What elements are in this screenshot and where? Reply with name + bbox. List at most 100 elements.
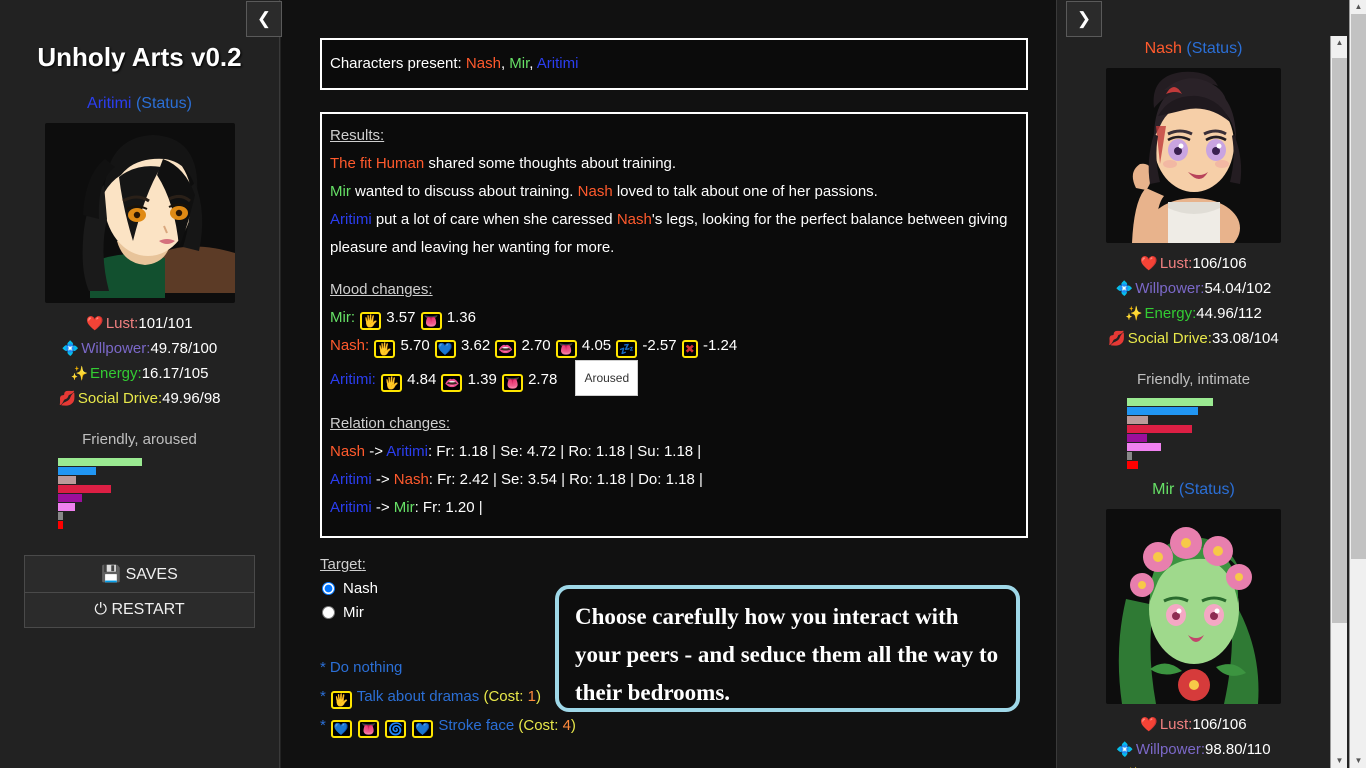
- action-link[interactable]: Do nothing: [330, 659, 403, 676]
- mood-value: 1.36: [442, 309, 476, 326]
- target-radio-nash[interactable]: [322, 582, 335, 595]
- left-sidebar: Unholy Arts v0.2 Aritimi (Status) ❤️ Lust…: [0, 0, 280, 768]
- mood-bar: [1127, 452, 1132, 460]
- saves-button[interactable]: 💾 SAVES: [24, 555, 255, 593]
- energy-icon: ✨: [1125, 305, 1143, 321]
- target-radio-mir[interactable]: [322, 606, 335, 619]
- restart-button[interactable]: ⏻ RESTART: [24, 593, 255, 628]
- mood-change-row: Aritimi: 🖐 4.84 👄 1.39 👅 2.78 Aroused: [330, 360, 1018, 396]
- stat-label: Lust:: [105, 315, 139, 332]
- willpower-icon: 💠: [61, 340, 80, 356]
- text-segment: The fit Human: [330, 155, 425, 172]
- left-character-portrait: [44, 123, 235, 303]
- target-label-mir[interactable]: Mir: [343, 604, 364, 621]
- scroll-down-icon[interactable]: ▼: [1332, 754, 1347, 768]
- lips-icon: 👄: [495, 340, 517, 358]
- tongue-icon: 👅: [420, 312, 442, 330]
- left-mood-bars: [58, 458, 218, 529]
- mood-bar: [58, 485, 111, 493]
- action-cost-end: ): [535, 688, 541, 705]
- hint-tooltip-text: Choose carefully how you interact with y…: [575, 604, 999, 705]
- swirl-icon: 🌀: [385, 720, 407, 738]
- action-link[interactable]: Stroke face: [438, 717, 514, 734]
- character-chip: Nash: [465, 55, 501, 72]
- page-title: Unholy Arts v0.2: [37, 42, 242, 72]
- mood-bar: [1127, 443, 1161, 451]
- text-segment: Nash: [577, 183, 613, 200]
- mood-bar: [1127, 407, 1198, 415]
- stat-row: ❤️ Lust:106/106: [1057, 251, 1330, 276]
- stat-label: Willpower:: [81, 340, 151, 357]
- scroll-up-icon[interactable]: ▲: [1332, 36, 1347, 50]
- right-character-name-nash: Nash: [1144, 40, 1182, 57]
- right-sidebar: Nash (Status) ❤️ Lust:106/106 💠 Willpowe…: [1056, 0, 1330, 768]
- x-mark-icon: ✖: [681, 340, 698, 358]
- stat-label: Willpower:: [1135, 280, 1205, 297]
- hand-icon: 🖐: [374, 340, 396, 358]
- hand-icon: 🖐: [360, 312, 382, 330]
- saves-button-label: SAVES: [125, 566, 178, 583]
- left-status-link[interactable]: (Status): [136, 95, 192, 112]
- mood-changes-rows: Mir: 🖐 3.57 👅 1.36 Nash: 🖐 5.70 💙 3.62 👄…: [330, 304, 1018, 396]
- mood-value: -1.24: [698, 337, 738, 354]
- stat-row: ✨ Energy:44.96/112: [1057, 301, 1330, 326]
- chevron-right-icon: ❯: [1076, 9, 1092, 28]
- blue-heart-icon: 💙: [330, 720, 352, 738]
- action-item[interactable]: * 💙 👅 🌀 💙 Stroke face (Cost: 4): [320, 711, 1028, 740]
- restart-button-label: RESTART: [111, 601, 185, 618]
- stat-label: Energy:: [1144, 305, 1197, 322]
- relation-from: Aritimi: [330, 499, 372, 516]
- bullet-star: *: [320, 717, 326, 734]
- inner-scrollbar[interactable]: ▲ ▼: [1330, 36, 1347, 768]
- mood-row-character: Nash:: [330, 337, 374, 354]
- relation-arrow: ->: [371, 499, 394, 516]
- willpower-icon: 💠: [1116, 741, 1134, 757]
- scroll-up-icon[interactable]: ▲: [1351, 0, 1366, 14]
- results-lines: The fit Human shared some thoughts about…: [330, 150, 1018, 262]
- character-chip: Mir: [509, 55, 530, 72]
- results-line: Mir wanted to discuss about training. Na…: [330, 178, 1018, 206]
- target-label-nash[interactable]: Nash: [343, 580, 378, 597]
- separator: ,: [529, 55, 537, 72]
- results-line: Aritimi put a lot of care when she cares…: [330, 206, 1018, 262]
- mood-bar: [58, 512, 63, 520]
- right-character-stats-nash: ❤️ Lust:106/106 💠 Willpower:54.04/102 ✨ Ene…: [1057, 251, 1330, 351]
- action-cost-value: 1: [527, 688, 536, 705]
- chevron-left-icon: ❮: [256, 9, 272, 28]
- lips-icon: 👄: [441, 374, 463, 392]
- stat-value: 106/106: [1192, 716, 1247, 733]
- action-link[interactable]: Talk about dramas: [357, 688, 480, 705]
- relation-to: Nash: [393, 471, 429, 488]
- stat-value: 106/106: [1192, 255, 1247, 272]
- right-status-link-nash[interactable]: (Status): [1186, 40, 1242, 57]
- scroll-down-icon[interactable]: ▼: [1351, 754, 1366, 768]
- mood-change-row: Nash: 🖐 5.70 💙 3.62 👄 2.70 👅 4.05 💤 -2.5…: [330, 332, 1018, 360]
- mood-bar: [1127, 416, 1148, 424]
- inner-scrollbar-thumb[interactable]: [1332, 58, 1347, 623]
- mood-bar: [58, 503, 75, 511]
- collapse-right-button[interactable]: ❯: [1066, 1, 1102, 37]
- character-chip: Aritimi: [536, 55, 579, 72]
- status-badge: Aroused: [575, 360, 639, 396]
- mood-value: -2.57: [638, 337, 681, 354]
- text-segment: put a lot of care when she caressed: [371, 211, 617, 228]
- text-segment: Aritimi: [330, 211, 372, 228]
- page-scrollbar-thumb[interactable]: [1351, 14, 1366, 559]
- tongue-icon: 👅: [501, 374, 523, 392]
- left-character-stats: ❤️ Lust:101/101 💠 Willpower:49.78/100 ✨ Ene…: [0, 311, 279, 411]
- text-segment: wanted to discuss about training.: [350, 183, 578, 200]
- stat-value: 54.04/102: [1204, 280, 1272, 297]
- relation-values: : Fr: 2.42 | Se: 3.54 | Ro: 1.18 | Do: 1…: [428, 471, 703, 488]
- stat-value: 33.08/104: [1211, 330, 1279, 347]
- relation-values: : Fr: 1.18 | Se: 4.72 | Ro: 1.18 | Su: 1…: [427, 443, 702, 460]
- mood-value: 5.70: [396, 337, 434, 354]
- action-cost-value: 4: [562, 717, 571, 734]
- stat-row: 💋 Social Drive:33.08/104: [1057, 326, 1330, 351]
- collapse-left-button[interactable]: ❮: [246, 1, 282, 37]
- stat-label: Willpower:: [1135, 741, 1205, 758]
- stat-row: ❤️ Lust:101/101: [0, 311, 279, 336]
- text-segment: Nash: [616, 211, 652, 228]
- page-scrollbar[interactable]: ▲ ▼: [1349, 0, 1366, 768]
- stat-row: 💠 Willpower:54.04/102: [1057, 276, 1330, 301]
- right-status-link-mir[interactable]: (Status): [1179, 481, 1235, 498]
